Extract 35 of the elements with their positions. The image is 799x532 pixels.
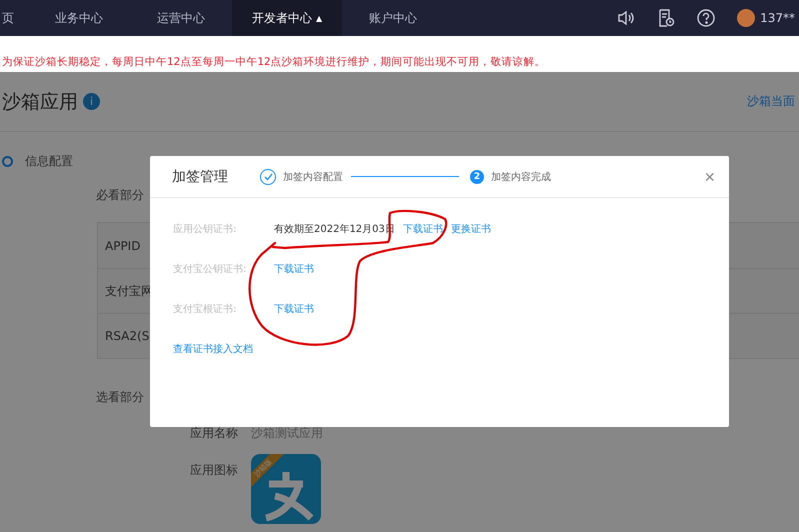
user-name[interactable]: 137** <box>760 11 795 25</box>
info-icon[interactable]: i <box>83 93 100 110</box>
certificate-link[interactable]: 下载证书 <box>274 302 314 316</box>
row-label: RSA2(S <box>105 329 150 343</box>
row-label: APPID <box>105 238 140 252</box>
help-icon[interactable] <box>697 9 716 27</box>
section-label: 必看部分 <box>96 187 145 204</box>
page-title: 沙箱应用 <box>2 90 78 114</box>
dialog-title: 加签管理 <box>172 168 229 186</box>
certificate-link[interactable]: 下载证书 <box>402 222 443 236</box>
field-label: 应用图标 <box>190 462 238 479</box>
nav-tab[interactable]: 开发者中心 ▲ <box>232 0 342 36</box>
nav-tab[interactable]: 账户中心 <box>342 0 444 36</box>
certificate-link[interactable]: 下载证书 <box>274 262 314 276</box>
close-button[interactable]: × <box>704 168 715 186</box>
certificate-link[interactable]: 更换证书 <box>450 222 491 236</box>
field-label: 应用名称 <box>190 425 238 442</box>
section-label: 选看部分 <box>96 389 145 406</box>
step-label: 加签内容完成 <box>491 170 551 184</box>
document-clock-icon[interactable] <box>657 9 676 27</box>
step-label: 加签内容配置 <box>283 170 343 184</box>
nav-tab[interactable]: 业务中心 <box>28 0 130 36</box>
step-number: 2 <box>470 170 484 184</box>
step-ring-icon <box>2 156 13 167</box>
section-label: 信息配置 <box>25 153 73 170</box>
field-label: 支付宝公钥证书: <box>173 262 248 276</box>
nav-tab[interactable]: 运营中心 <box>130 0 232 36</box>
speaker-icon[interactable] <box>617 10 636 26</box>
maintenance-notice: 为保证沙箱长期稳定，每周日中午12点至每周一中午12点沙箱环境进行维护，期间可能出现不可用，敬请谅解。 <box>1 55 547 70</box>
field-label: 应用公钥证书: <box>173 222 238 236</box>
nav-tab[interactable]: 页 <box>0 0 28 36</box>
docs-link[interactable]: 查看证书接入文档 <box>173 342 253 356</box>
field-label: 支付宝根证书: <box>173 302 238 316</box>
side-link[interactable]: 沙箱当面 <box>747 93 795 110</box>
avatar[interactable] <box>737 9 756 27</box>
